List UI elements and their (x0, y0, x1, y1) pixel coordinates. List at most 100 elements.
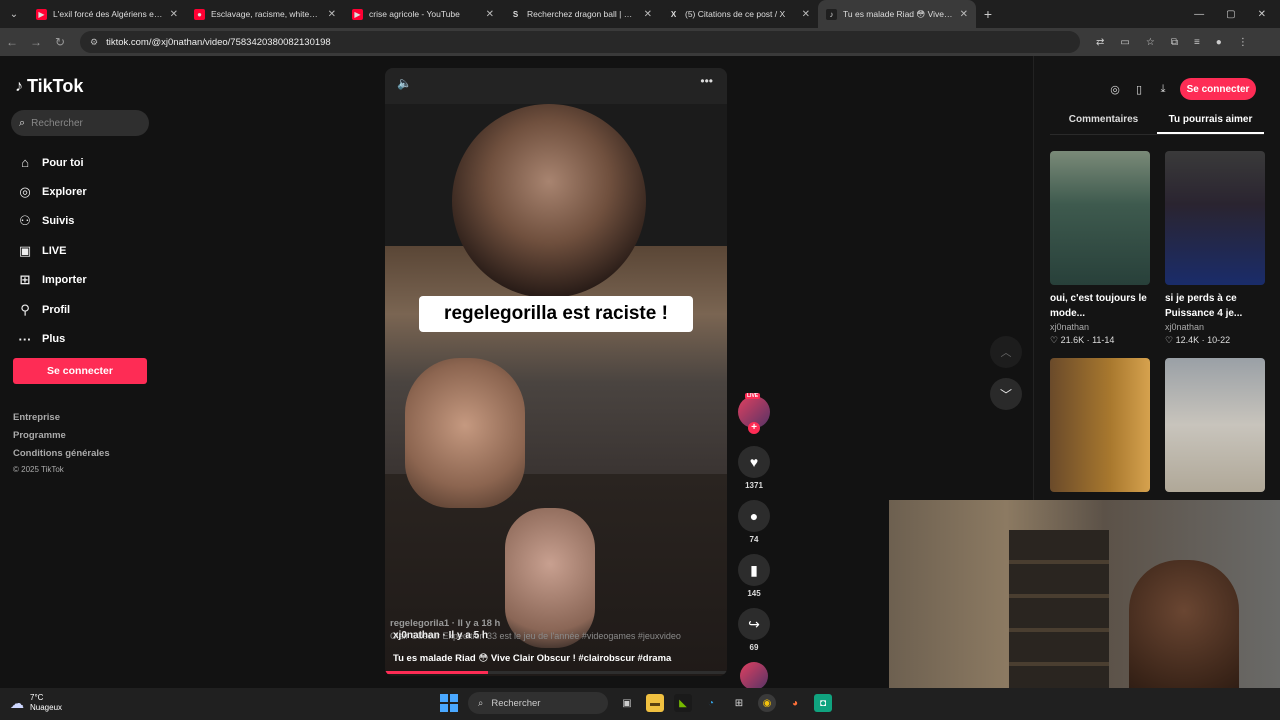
music-disc-icon[interactable] (740, 662, 768, 690)
tab-close-icon[interactable]: ✕ (486, 9, 494, 20)
profile-icon[interactable]: ● (1216, 37, 1222, 48)
browser-tab[interactable]: ▶ L'exil forcé des Algériens en No ✕ (28, 0, 186, 28)
save-button[interactable]: ▮ (738, 554, 770, 586)
taskbar-search-label: Rechercher (491, 697, 541, 709)
browser-tab[interactable]: ● Esclavage, racisme, whitewashi ✕ (186, 0, 344, 28)
chrome-icon[interactable]: ◉ (758, 694, 776, 712)
comment-button[interactable]: ● (738, 500, 770, 532)
phone-icon[interactable]: ▯ (1132, 83, 1146, 96)
firefox-icon[interactable]: ◕ (786, 694, 804, 712)
video-more-icon[interactable]: ••• (700, 74, 713, 88)
sidebar-item-live[interactable]: ▣ LIVE (15, 236, 87, 265)
previous-video-button[interactable]: ︿ (990, 336, 1022, 368)
tab-favicon-icon: ♪ (826, 8, 837, 20)
like-button[interactable]: ♥ (738, 446, 770, 478)
edge-icon[interactable]: ◔ (702, 694, 720, 712)
video-caption: regelegorilla est raciste ! (419, 296, 693, 332)
tab-title: Recherchez dragon ball | Mode (527, 9, 638, 19)
footer-link[interactable]: Programme (13, 430, 110, 448)
video-author[interactable]: xj0nathan · Il y a 5 h (393, 630, 488, 641)
sidebar-item-suivis[interactable]: ⚇ Suivis (15, 207, 87, 236)
video-progress-bar[interactable] (385, 671, 727, 674)
right-login-button[interactable]: Se connecter (1180, 78, 1256, 100)
tab-comments[interactable]: Commentaires (1050, 114, 1157, 134)
card-thumbnail[interactable] (1050, 358, 1150, 492)
recommendation-card[interactable]: si je perds à ce Puissance 4 je... xj0nat… (1165, 151, 1265, 346)
app-icon[interactable]: ◘ (814, 694, 832, 712)
sidebar-item-importer[interactable]: ⊞ Importer (15, 266, 87, 295)
recommendation-card[interactable] (1050, 358, 1150, 492)
browser-tab[interactable]: ♪ Tu es malade Riad 😳 Vive Clai ✕ (818, 0, 976, 28)
taskbar-search[interactable]: ⌕ Rechercher (468, 692, 608, 714)
video-top-bar (385, 68, 727, 104)
task-view-icon[interactable]: ▣ (618, 694, 636, 712)
extensions-icon[interactable]: ⧉ (1171, 37, 1178, 48)
share-button[interactable]: ↪ (738, 608, 770, 640)
tab-close-icon[interactable]: ✕ (644, 9, 652, 20)
weather-condition: Nuageux (30, 703, 63, 712)
store-icon[interactable]: ⊞ (730, 694, 748, 712)
tab-close-icon[interactable]: ✕ (328, 9, 336, 20)
new-tab-button[interactable]: + (976, 6, 1000, 22)
bookmark-star-icon[interactable]: ☆ (1146, 37, 1155, 48)
download-icon[interactable]: ⤓ (1156, 83, 1170, 96)
search-input[interactable]: ⌕ Rechercher (11, 110, 149, 136)
weather-widget[interactable]: ☁ 7°C Nuageux (10, 693, 62, 713)
nvidia-icon[interactable]: ◣ (674, 694, 692, 712)
tab-title: Esclavage, racisme, whitewashi (211, 9, 322, 19)
tab-close-icon[interactable]: ✕ (960, 9, 968, 20)
windows-start-icon[interactable] (440, 694, 458, 712)
tab-close-icon[interactable]: ✕ (170, 9, 178, 20)
browser-menu-icon[interactable]: ⋮ (1238, 37, 1248, 48)
reload-icon[interactable]: ↻ (48, 35, 72, 49)
back-icon[interactable]: ← (0, 35, 24, 49)
sidebar-item-plus[interactable]: ··· Plus (15, 324, 87, 353)
translate-icon[interactable]: ⇄ (1096, 37, 1104, 48)
sidebar-item-profil[interactable]: ⚲ Profil (15, 295, 87, 324)
browser-tab[interactable]: X (5) Citations de ce post / X ✕ (660, 0, 818, 28)
login-button[interactable]: Se connecter (13, 358, 147, 384)
tiktok-logo[interactable]: ♪ TikTok (15, 76, 83, 97)
minimize-icon[interactable]: — (1194, 9, 1204, 20)
tab-close-icon[interactable]: ✕ (802, 9, 810, 20)
card-user[interactable]: xj0nathan (1165, 322, 1265, 332)
right-panel-tabs: Commentaires Tu pourrais aimer (1050, 114, 1264, 135)
tab-favicon-icon: ▶ (352, 8, 363, 20)
footer-link[interactable]: Entreprise (13, 412, 110, 430)
recommendation-grid: oui, c'est toujours le mode... xj0nathan ♡… (1050, 151, 1268, 492)
comment-icon: ● (749, 508, 759, 524)
maximize-icon[interactable]: ▢ (1226, 9, 1235, 20)
sidebar-item-label: Profil (42, 303, 71, 316)
file-explorer-icon[interactable]: ▬ (646, 694, 664, 712)
card-thumbnail[interactable] (1165, 358, 1265, 492)
close-window-icon[interactable]: ✕ (1258, 9, 1266, 20)
video-player[interactable]: regelegorilla est raciste ! 🔈 ••• regele… (385, 68, 727, 676)
url-text: tiktok.com/@xj0nathan/video/758342038008… (106, 36, 331, 48)
footer-link[interactable]: Conditions générales (13, 448, 110, 466)
card-thumbnail[interactable] (1050, 151, 1150, 285)
cast-icon[interactable]: ▭ (1120, 37, 1129, 48)
url-field[interactable]: ⚙ tiktok.com/@xj0nathan/video/7583420380… (80, 31, 1080, 53)
reading-list-icon[interactable]: ≡ (1194, 37, 1200, 48)
card-title[interactable]: si je perds à ce Puissance 4 je... (1165, 291, 1265, 321)
browser-tab[interactable]: ▶ crise agricole - YouTube ✕ (344, 0, 502, 28)
card-title[interactable]: oui, c'est toujours le mode... (1050, 291, 1150, 321)
tab-title: (5) Citations de ce post / X (685, 9, 786, 19)
copyright: © 2025 TikTok (13, 465, 64, 474)
coin-icon[interactable]: ◎ (1108, 83, 1122, 96)
next-video-button[interactable]: ﹀ (990, 378, 1022, 410)
forward-icon[interactable]: → (24, 35, 48, 49)
sidebar-item-pour-toi[interactable]: ⌂ Pour toi (15, 148, 87, 177)
browser-tab[interactable]: S Recherchez dragon ball | Mode ✕ (502, 0, 660, 28)
site-info-icon[interactable]: ⚙ (90, 37, 98, 48)
volume-icon[interactable]: 🔈 (397, 76, 412, 90)
card-user[interactable]: xj0nathan (1050, 322, 1150, 332)
tab-recommendations[interactable]: Tu pourrais aimer (1157, 114, 1264, 134)
author-avatar[interactable]: LIVE + (738, 393, 770, 434)
recommendation-card[interactable] (1165, 358, 1265, 492)
tab-search-icon[interactable]: ⌄ (0, 0, 28, 28)
follow-plus-icon[interactable]: + (748, 422, 760, 434)
recommendation-card[interactable]: oui, c'est toujours le mode... xj0nathan ♡… (1050, 151, 1150, 346)
card-thumbnail[interactable] (1165, 151, 1265, 285)
sidebar-item-explorer[interactable]: ◎ Explorer (15, 177, 86, 206)
